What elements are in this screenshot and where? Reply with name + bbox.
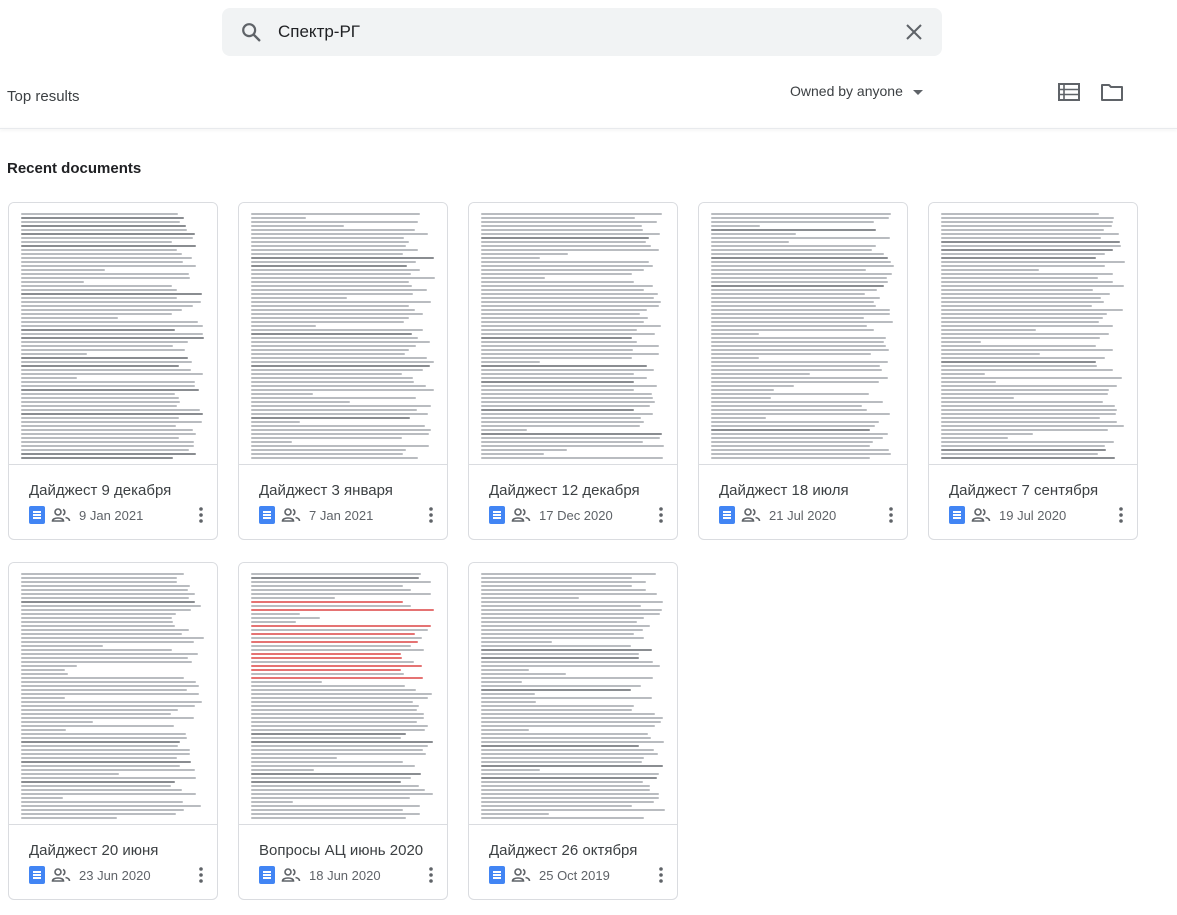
people-icon [51, 868, 71, 882]
document-thumbnail [239, 563, 447, 825]
document-card[interactable]: Дайджест 3 января 7 Jan 2021 [238, 202, 448, 540]
document-meta: 18 Jun 2020 [259, 865, 381, 885]
document-thumbnail [9, 563, 217, 825]
people-icon [741, 508, 761, 522]
google-docs-icon [29, 506, 45, 524]
document-title: Дайджест 26 октября [489, 842, 638, 859]
search-input[interactable]: Спектр-РГ [278, 22, 360, 42]
people-icon [971, 508, 991, 522]
document-card[interactable]: Дайджест 12 декабря 17 Dec 2020 [468, 202, 678, 540]
owner-filter-dropdown[interactable]: Owned by anyone [790, 83, 923, 99]
document-card[interactable]: Дайджест 18 июля 21 Jul 2020 [698, 202, 908, 540]
more-vert-icon[interactable] [199, 507, 203, 523]
document-meta: 19 Jul 2020 [949, 505, 1066, 525]
google-docs-icon [719, 506, 735, 524]
owner-filter-label: Owned by anyone [790, 83, 903, 99]
document-card[interactable]: Дайджест 20 июня 23 Jun 2020 [8, 562, 218, 900]
document-meta: 25 Oct 2019 [489, 865, 610, 885]
document-thumbnail [699, 203, 907, 465]
list-view-icon[interactable] [1058, 82, 1080, 102]
more-vert-icon[interactable] [659, 867, 663, 883]
document-meta: 17 Dec 2020 [489, 505, 613, 525]
search-box[interactable]: Спектр-РГ [222, 8, 942, 56]
header-divider [0, 128, 1177, 129]
document-date: 18 Jun 2020 [309, 867, 381, 883]
top-bar: Спектр-РГ Top results Owned by anyone [0, 0, 1177, 128]
document-title: Дайджест 12 декабря [489, 482, 640, 499]
document-date: 17 Dec 2020 [539, 507, 613, 523]
document-title: Дайджест 3 января [259, 482, 393, 499]
document-card[interactable]: Дайджест 26 октября 25 Oct 2019 [468, 562, 678, 900]
document-date: 21 Jul 2020 [769, 507, 837, 523]
document-meta: 9 Jan 2021 [29, 505, 143, 525]
more-vert-icon[interactable] [429, 867, 433, 883]
more-vert-icon[interactable] [659, 507, 663, 523]
document-title: Дайджест 7 сентября [949, 482, 1099, 499]
search-icon[interactable] [240, 21, 262, 43]
recent-documents-heading: Recent documents [7, 160, 142, 177]
more-vert-icon[interactable] [199, 867, 203, 883]
document-title: Вопросы АЦ июнь 2020 [259, 842, 424, 859]
document-title: Дайджест 18 июля [719, 482, 849, 499]
google-docs-icon [489, 506, 505, 524]
google-docs-icon [489, 866, 505, 884]
google-docs-icon [259, 866, 275, 884]
document-thumbnail [469, 203, 677, 465]
document-thumbnail [469, 563, 677, 825]
document-thumbnail [9, 203, 217, 465]
top-results-label: Top results [7, 88, 80, 105]
document-thumbnail [239, 203, 447, 465]
google-docs-icon [949, 506, 965, 524]
document-date: 23 Jun 2020 [79, 867, 151, 883]
more-vert-icon[interactable] [1119, 507, 1123, 523]
google-docs-icon [259, 506, 275, 524]
document-date: 25 Oct 2019 [539, 867, 610, 883]
people-icon [511, 868, 531, 882]
more-vert-icon[interactable] [889, 507, 893, 523]
document-thumbnail [929, 203, 1137, 465]
document-date: 9 Jan 2021 [79, 507, 144, 523]
more-vert-icon[interactable] [429, 507, 433, 523]
document-card[interactable]: Вопросы АЦ июнь 2020 18 Jun 2020 [238, 562, 448, 900]
people-icon [51, 508, 71, 522]
document-title: Дайджест 9 декабря [29, 482, 172, 499]
document-meta: 23 Jun 2020 [29, 865, 151, 885]
people-icon [511, 508, 531, 522]
google-docs-icon [29, 866, 45, 884]
caret-down-icon [912, 89, 923, 95]
close-icon[interactable] [902, 20, 926, 44]
people-icon [281, 508, 301, 522]
document-card[interactable]: Дайджест 9 декабря 9 Jan 2021 [8, 202, 218, 540]
folder-icon[interactable] [1100, 82, 1124, 102]
document-meta: 7 Jan 2021 [259, 505, 373, 525]
document-date: 19 Jul 2020 [999, 507, 1067, 523]
document-title: Дайджест 20 июня [29, 842, 159, 859]
document-date: 7 Jan 2021 [309, 507, 374, 523]
document-meta: 21 Jul 2020 [719, 505, 836, 525]
people-icon [281, 868, 301, 882]
document-card[interactable]: Дайджест 7 сентября 19 Jul 2020 [928, 202, 1138, 540]
